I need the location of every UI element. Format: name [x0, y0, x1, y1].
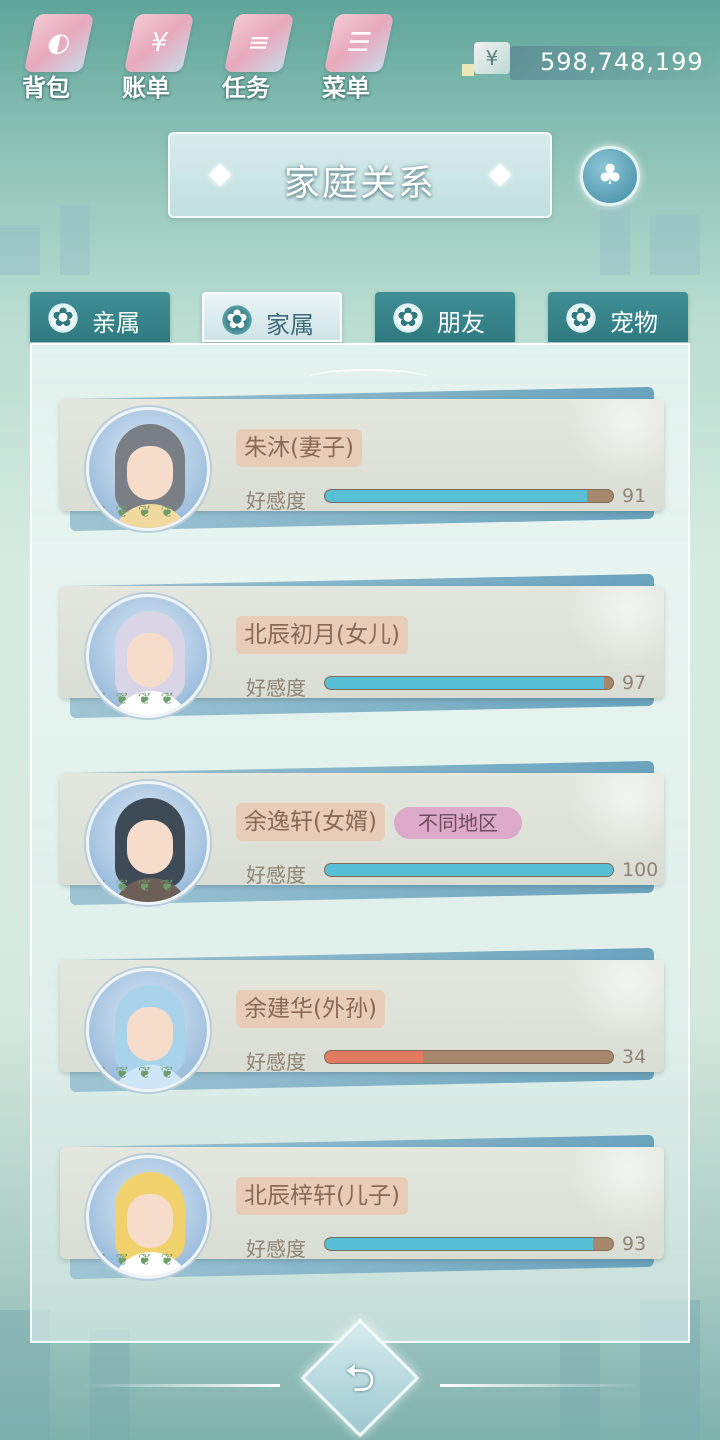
- task-label: 任务: [222, 74, 270, 102]
- member-name: 余建华(外孙): [236, 990, 385, 1028]
- affection-value: 34: [622, 1046, 647, 1068]
- backpack-label: 背包: [22, 74, 70, 102]
- affection-value: 100: [622, 859, 659, 881]
- affection-label: 好感度: [246, 489, 306, 513]
- affection-bar: [324, 863, 614, 877]
- region-badge: 不同地区: [394, 807, 522, 839]
- bill-icon: ¥: [123, 14, 195, 72]
- avatar-face: [127, 820, 173, 874]
- member-name: 余逸轩(女婿): [236, 803, 385, 841]
- affection-bar: [324, 676, 614, 690]
- tab-label: 宠物: [610, 309, 658, 337]
- leaf-wreath-icon: ❦ ❦ ❦ ❦: [93, 1063, 176, 1082]
- card-body: ❦ ❦ ❦ ❦ 余逸轩(女婿) 不同地区 好感度 100: [60, 773, 664, 905]
- tab-friends[interactable]: ✿ 朋友: [375, 292, 515, 342]
- page-title: 家庭关系: [283, 163, 436, 204]
- tab-label: 家属: [266, 311, 314, 339]
- currency-amount: 598,748,199: [540, 48, 704, 76]
- member-card[interactable]: ❦ ❦ ❦ ❦ 余逸轩(女婿) 不同地区 好感度 100: [60, 749, 664, 906]
- affection-bar-fill: [325, 864, 613, 876]
- top-nav: ◐ 背包 ¥ 账单 ≡ 任务 ☰ 菜单: [18, 8, 396, 102]
- task-icon: ≡: [223, 14, 295, 72]
- affection-label: 好感度: [246, 676, 306, 700]
- avatar[interactable]: ❦ ❦ ❦ ❦: [86, 781, 210, 905]
- affection-bar: [324, 489, 614, 503]
- flower-icon: ✿: [391, 301, 425, 335]
- task-button[interactable]: ≡ 任务: [218, 8, 296, 102]
- avatar-face: [127, 633, 173, 687]
- card-body: ❦ ❦ ❦ ❦ 朱沐(妻子) 好感度 91: [60, 399, 664, 531]
- affection-bar-fill: [325, 490, 588, 502]
- family-tree-button[interactable]: ♣: [580, 146, 640, 206]
- member-card[interactable]: ❦ ❦ ❦ ❦ 余建华(外孙) 好感度 34: [60, 936, 664, 1093]
- leaf-wreath-icon: ❦ ❦ ❦ ❦: [93, 502, 176, 521]
- leaf-wreath-icon: ❦ ❦ ❦ ❦: [93, 1250, 176, 1269]
- flower-icon: ✿: [564, 301, 598, 335]
- menu-button[interactable]: ☰ 菜单: [318, 8, 396, 102]
- leaf-wreath-icon: ❦ ❦ ❦ ❦: [93, 689, 176, 708]
- member-name: 北辰初月(女儿): [236, 616, 408, 654]
- flower-icon: ✿: [46, 301, 80, 335]
- affection-label: 好感度: [246, 863, 306, 887]
- tab-bar: ✿ 亲属 ✿ 家属 ✿ 朋友 ✿ 宠物: [30, 292, 690, 344]
- backpack-button[interactable]: ◐ 背包: [18, 8, 96, 102]
- affection-label: 好感度: [246, 1050, 306, 1074]
- yen-icon: ¥: [474, 42, 510, 74]
- card-body: ❦ ❦ ❦ ❦ 北辰梓轩(儿子) 好感度 93: [60, 1147, 664, 1279]
- card-body: ❦ ❦ ❦ ❦ 北辰初月(女儿) 好感度 97: [60, 586, 664, 718]
- flower-icon: ✿: [220, 303, 254, 337]
- leaf-wreath-icon: ❦ ❦ ❦ ❦: [93, 876, 176, 895]
- affection-bar-fill: [325, 1238, 593, 1250]
- member-card[interactable]: ❦ ❦ ❦ ❦ 北辰初月(女儿) 好感度 97: [60, 562, 664, 719]
- avatar-face: [127, 1007, 173, 1061]
- decorative-line: [80, 1384, 280, 1387]
- affection-value: 93: [622, 1233, 647, 1255]
- tree-icon: ♣: [597, 158, 623, 191]
- avatar[interactable]: ❦ ❦ ❦ ❦: [86, 1155, 210, 1279]
- bill-button[interactable]: ¥ 账单: [118, 8, 196, 102]
- decorative-line: [440, 1384, 640, 1387]
- member-name: 北辰梓轩(儿子): [236, 1177, 408, 1215]
- card-body: ❦ ❦ ❦ ❦ 余建华(外孙) 好感度 34: [60, 960, 664, 1092]
- affection-value: 91: [622, 485, 647, 507]
- family-list-panel: ❦ ❦ ❦ ❦ 朱沐(妻子) 好感度 91 ❦ ❦ ❦ ❦ 北辰初月(女儿) 好…: [30, 343, 690, 1343]
- member-name: 朱沐(妻子): [236, 429, 362, 467]
- affection-value: 97: [622, 672, 647, 694]
- member-card[interactable]: ❦ ❦ ❦ ❦ 北辰梓轩(儿子) 好感度 93: [60, 1123, 664, 1280]
- back-icon: ⮌: [344, 1356, 376, 1400]
- bill-label: 账单: [122, 74, 170, 102]
- member-card[interactable]: ❦ ❦ ❦ ❦ 朱沐(妻子) 好感度 91: [60, 375, 664, 532]
- avatar-face: [127, 446, 173, 500]
- affection-bar-fill: [325, 1051, 423, 1063]
- menu-label: 菜单: [322, 74, 370, 102]
- avatar[interactable]: ❦ ❦ ❦ ❦: [86, 407, 210, 531]
- affection-bar: [324, 1050, 614, 1064]
- tab-family[interactable]: ✿ 家属: [202, 292, 342, 342]
- tab-relatives[interactable]: ✿ 亲属: [30, 292, 170, 342]
- tab-label: 朋友: [437, 309, 485, 337]
- backpack-icon: ◐: [23, 14, 95, 72]
- currency-display: ¥ 598,748,199: [462, 42, 720, 82]
- avatar[interactable]: ❦ ❦ ❦ ❦: [86, 968, 210, 1092]
- affection-bar: [324, 1237, 614, 1251]
- tab-label: 亲属: [92, 309, 140, 337]
- page-title-plate: 家庭关系: [168, 132, 552, 218]
- menu-icon: ☰: [323, 14, 395, 72]
- avatar[interactable]: ❦ ❦ ❦ ❦: [86, 594, 210, 718]
- tab-pets[interactable]: ✿ 宠物: [548, 292, 688, 342]
- affection-bar-fill: [325, 677, 605, 689]
- currency-dot: [462, 64, 474, 76]
- avatar-face: [127, 1194, 173, 1248]
- affection-label: 好感度: [246, 1237, 306, 1261]
